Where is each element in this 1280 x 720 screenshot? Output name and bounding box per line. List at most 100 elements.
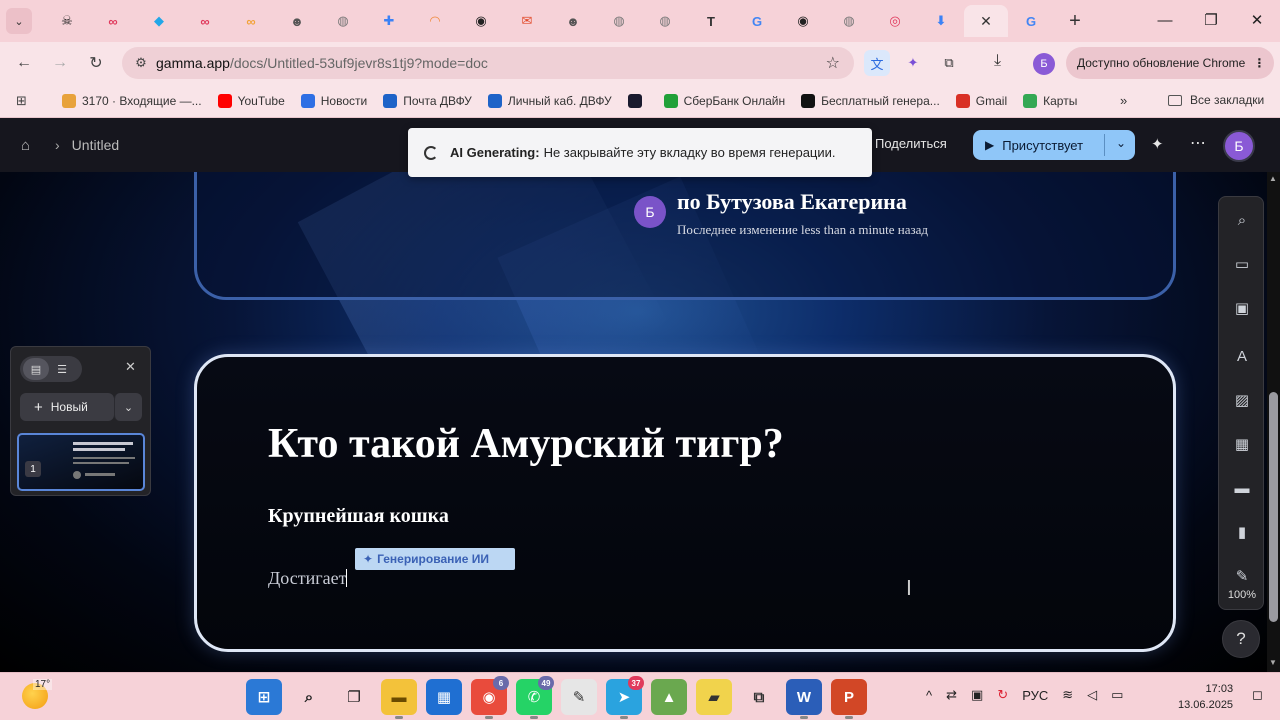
bookmark-star-icon[interactable]: ☆ (826, 53, 840, 73)
doc-title[interactable]: Untitled (72, 137, 119, 153)
new-card-button[interactable]: + Новый (20, 393, 114, 421)
sparkle-icon[interactable]: ✦ (1151, 135, 1164, 153)
slide-title[interactable]: Кто такой Амурский тигр? (268, 420, 784, 468)
telegram-icon[interactable]: ➤ 37 (606, 676, 644, 719)
puzzle-icon[interactable]: ⧉ (936, 50, 962, 76)
zoom-level[interactable]: 100% (1222, 589, 1262, 601)
list-view-icon[interactable]: ☰ (49, 358, 75, 380)
battery-icon[interactable]: ▭ (1111, 687, 1123, 703)
bookmark-item[interactable]: Карты (1023, 93, 1077, 108)
browser-tab[interactable]: ◍ (320, 5, 366, 37)
bookmark-item[interactable]: Бесплатный генера... (801, 93, 940, 108)
scroll-up-icon[interactable]: ▲ (1269, 174, 1277, 183)
browser-tab[interactable]: ⬇ (918, 5, 964, 37)
bookmark-item[interactable]: Личный каб. ДВФУ (487, 93, 612, 108)
photos-icon[interactable]: ▲ (651, 679, 687, 715)
browser-tab[interactable]: ◍ (596, 5, 642, 37)
address-bar[interactable]: ⚙ gamma.app/docs/Untitled-53uf9jevr8s1tj… (122, 47, 854, 79)
volume-icon[interactable]: ◁ (1087, 687, 1097, 703)
search-icon[interactable]: ⌕ (291, 679, 327, 715)
embed-icon[interactable]: ▬ (1229, 475, 1255, 501)
media-icon[interactable]: ▦ (1229, 431, 1255, 457)
forward-button[interactable]: → (42, 47, 78, 79)
bookmark-item[interactable]: Gmail (955, 93, 1007, 108)
browser-tab[interactable]: ☠ (44, 5, 90, 37)
whatsapp-icon[interactable]: ✆ 49 (516, 676, 554, 719)
slide-card[interactable] (194, 354, 1176, 652)
url-text[interactable]: gamma.app/docs/Untitled-53uf9jevr8s1tj9?… (156, 55, 488, 71)
browser-tab[interactable]: ☻ (550, 5, 596, 37)
browser-tab[interactable]: ◆ (136, 5, 182, 37)
extension-icon[interactable]: ✦ (900, 50, 926, 76)
thumbnail-view-icon[interactable]: ▤ (23, 358, 49, 380)
close-window-button[interactable]: ✕ (1234, 0, 1280, 40)
store-icon[interactable]: ▦ (426, 679, 462, 715)
add-card-icon[interactable]: ▭ (1229, 251, 1255, 277)
tab-search-button[interactable]: ⌄ (6, 8, 32, 34)
bookmark-item[interactable]: СберБанк Онлайн (663, 93, 785, 108)
close-panel-icon[interactable]: ✕ (125, 359, 136, 375)
sticky-notes-icon[interactable]: ▰ (696, 679, 732, 715)
sync-icon[interactable]: ↻ (997, 687, 1008, 703)
home-icon[interactable]: ⌂ (21, 137, 39, 154)
help-button[interactable]: ? (1222, 620, 1260, 658)
network-app-icon[interactable]: ⧉ (741, 679, 777, 715)
slide-body-text[interactable]: Достигает (268, 568, 348, 589)
profile-avatar[interactable]: Б (1033, 53, 1055, 75)
layout-icon[interactable]: ▣ (1229, 295, 1255, 321)
download-icon[interactable]: ⤓ (994, 52, 1001, 70)
minimize-button[interactable]: — (1142, 0, 1188, 40)
page-scrollbar[interactable]: ▲ ▼ (1267, 172, 1280, 672)
paint-icon[interactable]: ✎ (561, 679, 597, 715)
image-icon[interactable]: ▨ (1229, 387, 1255, 413)
site-info-icon[interactable]: ⚙ (126, 55, 156, 71)
present-button[interactable]: ▶ Присутствует ⌄ (973, 130, 1135, 160)
bookmark-item[interactable]: YouTube (217, 93, 285, 108)
language-indicator[interactable]: РУС (1022, 688, 1048, 703)
task-view-icon[interactable]: ❐ (336, 679, 372, 715)
switch-icon[interactable]: ⇄ (946, 687, 957, 703)
apps-grid-icon[interactable]: ⊞ (16, 93, 40, 109)
more-horizontal-icon[interactable]: ⋯ (1190, 133, 1206, 153)
chevron-down-icon[interactable]: ⌄ (1116, 136, 1126, 150)
reload-button[interactable]: ↻ (78, 47, 114, 79)
browser-tab[interactable]: G (1008, 5, 1054, 37)
back-button[interactable]: ← (6, 47, 42, 79)
chrome-icon[interactable]: ◉ 6 (471, 676, 509, 719)
browser-tab[interactable]: ◉ (780, 5, 826, 37)
restore-button[interactable]: ❐ (1188, 0, 1234, 40)
wifi-icon[interactable]: ≋ (1062, 687, 1073, 703)
browser-tab[interactable]: ◍ (642, 5, 688, 37)
browser-tab[interactable]: G (734, 5, 780, 37)
powerpoint-icon[interactable]: P (831, 679, 867, 719)
browser-tab[interactable]: ∞ (182, 5, 228, 37)
user-avatar[interactable]: Б (1223, 130, 1255, 162)
clock[interactable]: 17:03 13.06.2025 (1178, 681, 1233, 713)
notifications-icon[interactable]: ◻ (1252, 687, 1263, 703)
share-button[interactable]: Поделиться (875, 136, 947, 151)
browser-tab[interactable]: ◎ (872, 5, 918, 37)
browser-tab[interactable]: ◉ (458, 5, 504, 37)
new-tab-button[interactable]: + (1060, 6, 1090, 36)
close-icon[interactable]: ✕ (980, 13, 992, 30)
browser-tab[interactable]: ◠ (412, 5, 458, 37)
windows-start-icon[interactable]: ⊞ (246, 679, 282, 715)
browser-tab[interactable]: ☻ (274, 5, 320, 37)
translate-icon[interactable]: 文 (864, 50, 890, 76)
all-bookmarks-button[interactable]: Все закладки (1168, 93, 1264, 107)
word-icon[interactable]: W (786, 679, 822, 719)
search-icon[interactable]: ⌕ (1229, 207, 1255, 233)
bookmark-item[interactable]: Новости (300, 93, 367, 108)
browser-tab[interactable]: ◍ (826, 5, 872, 37)
show-hidden-icons-icon[interactable]: ^ (926, 688, 932, 703)
browser-tab[interactable]: ✉ (504, 5, 550, 37)
browser-tab[interactable]: ∞ (90, 5, 136, 37)
text-style-icon[interactable]: A (1229, 343, 1255, 369)
new-card-dropdown[interactable]: ⌄ (114, 393, 142, 421)
slide-subtitle[interactable]: Крупнейшая кошка (268, 505, 449, 528)
app-tray-icon[interactable]: ▣ (971, 687, 983, 703)
scroll-down-icon[interactable]: ▼ (1269, 658, 1277, 667)
card-thumbnail[interactable]: 1 (17, 433, 145, 491)
browser-tab[interactable]: T (688, 5, 734, 37)
edit-icon[interactable]: ✎ (1229, 563, 1255, 589)
